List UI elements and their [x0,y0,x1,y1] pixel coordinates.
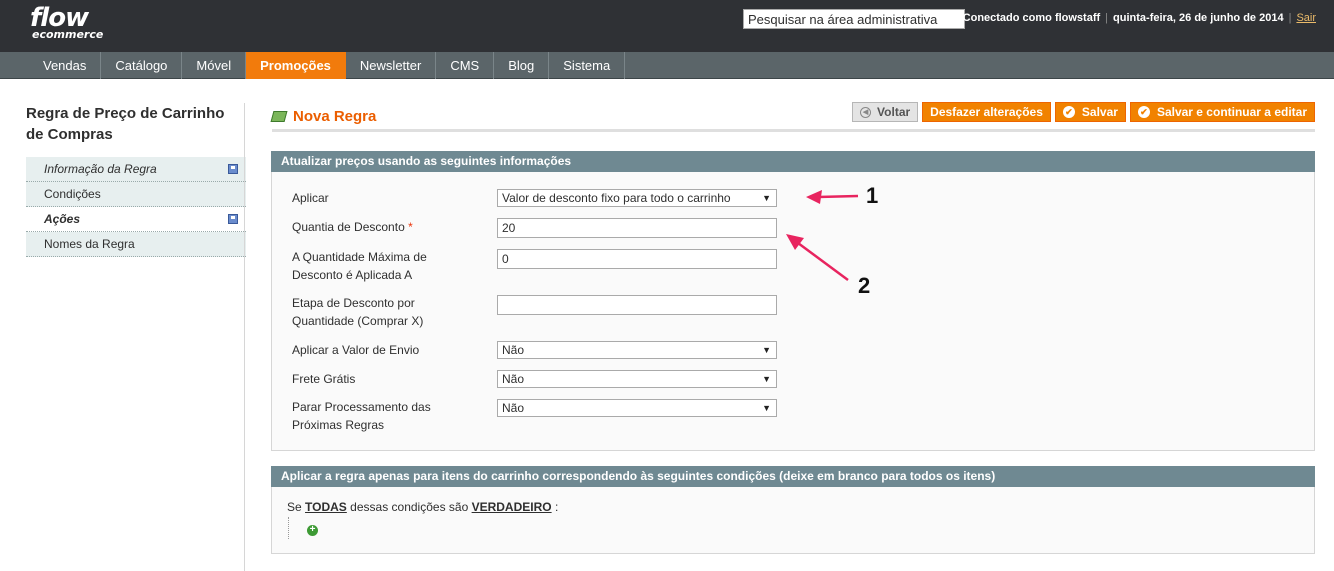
arrowhead-icon [806,190,822,204]
arrowhead-icon [786,234,804,250]
annotation-arrow-2 [797,241,849,282]
annotation-arrows [786,190,859,282]
annotation-label-2: 2 [858,273,871,298]
annotation-label-1: 1 [866,183,879,208]
annotation-arrow-1 [817,194,859,199]
